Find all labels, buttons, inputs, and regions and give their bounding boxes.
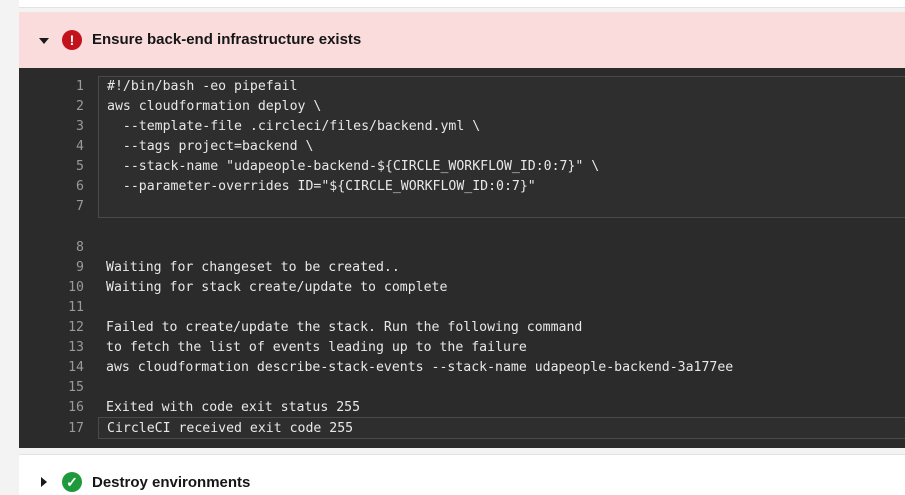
line-number: 6 <box>76 179 84 194</box>
line-number: 2 <box>76 99 84 114</box>
log-text: Exited with code exit status 255 <box>106 400 361 415</box>
step-ensure-backend-infrastructure: ! Ensure back-end infrastructure exists … <box>19 12 905 448</box>
step-header[interactable]: ! Ensure back-end infrastructure exists <box>19 12 905 68</box>
log-text: CircleCI received exit code 255 <box>107 421 354 436</box>
log-text: Failed to create/update the stack. Run t… <box>106 320 583 335</box>
log-text: aws cloudformation deploy \ <box>107 99 322 114</box>
log-text: to fetch the list of events leading up t… <box>106 340 527 355</box>
line-number: 4 <box>76 139 84 154</box>
line-number: 15 <box>68 380 84 395</box>
line-number: 3 <box>76 119 84 134</box>
success-status-icon: ✓ <box>62 472 82 492</box>
line-number: 13 <box>68 340 84 355</box>
caret-down-icon[interactable] <box>39 38 49 44</box>
line-number: 9 <box>76 260 84 275</box>
log-text: #!/bin/bash -eo pipefail <box>107 79 298 94</box>
line-number: 8 <box>76 240 84 255</box>
log-text: --tags project=backend \ <box>107 139 314 154</box>
log-text: --template-file .circleci/files/backend.… <box>107 119 481 134</box>
previous-step-card <box>19 0 905 8</box>
line-number: 1 <box>76 79 84 94</box>
log-output: 1 #!/bin/bash -eo pipefail 2 aws cloudforma… <box>19 68 905 448</box>
line-number: 12 <box>68 320 84 335</box>
log-text: Waiting for stack create/update to compl… <box>106 280 448 295</box>
log-text: --parameter-overrides ID="${CIRCLE_WORKF… <box>107 179 536 194</box>
line-number: 17 <box>68 421 84 436</box>
log-text: aws cloudformation describe-stack-events… <box>106 360 734 375</box>
line-number: 5 <box>76 159 84 174</box>
line-number: 14 <box>68 360 84 375</box>
log-text: Waiting for changeset to be created.. <box>106 260 400 275</box>
error-status-icon: ! <box>62 30 82 50</box>
step-title: Ensure back-end infrastructure exists <box>92 31 362 48</box>
line-number: 10 <box>68 280 84 295</box>
line-number: 11 <box>68 300 84 315</box>
caret-right-icon[interactable] <box>41 477 47 487</box>
log-text: --stack-name "udapeople-backend-${CIRCLE… <box>107 159 600 174</box>
line-number: 16 <box>68 400 84 415</box>
line-number: 7 <box>76 199 84 214</box>
step-title: Destroy environments <box>92 474 251 491</box>
